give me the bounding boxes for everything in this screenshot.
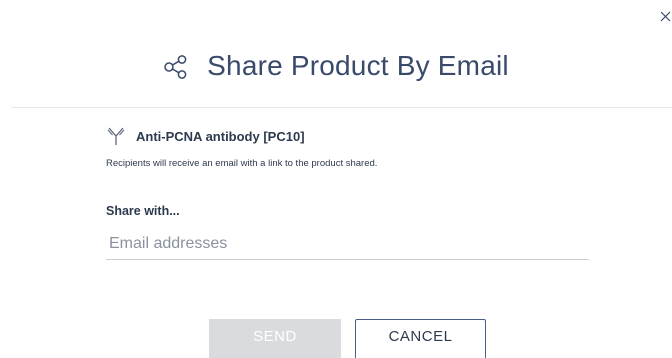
header-divider — [11, 107, 672, 108]
close-icon[interactable] — [657, 6, 672, 24]
share-product-dialog: Share Product By Email Anti-PCNA antibod… — [0, 0, 672, 358]
product-name: Anti-PCNA antibody [PC10] — [136, 128, 305, 144]
share-with-label: Share with... — [106, 204, 180, 218]
dialog-title: Share Product By Email — [207, 50, 509, 81]
recipients-note: Recipients will receive an email with a … — [106, 158, 378, 169]
cancel-button[interactable]: CANCEL — [355, 319, 486, 358]
email-addresses-input[interactable] — [106, 228, 589, 260]
product-row: Anti-PCNA antibody [PC10] — [106, 126, 305, 146]
antibody-icon — [107, 127, 125, 145]
dialog-header: Share Product By Email — [0, 44, 672, 88]
share-icon — [164, 55, 187, 79]
send-button[interactable]: SEND — [209, 319, 341, 358]
